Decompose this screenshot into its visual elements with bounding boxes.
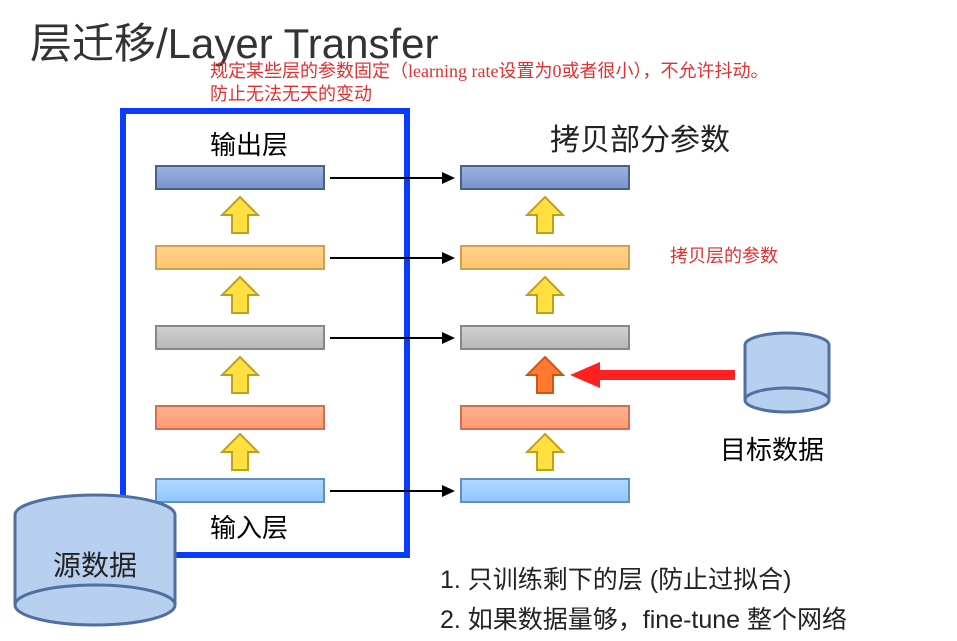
up-arrow-icon — [220, 432, 260, 472]
left-output-layer-bar — [155, 165, 325, 190]
source-data-cylinder-icon: 源数据 — [10, 490, 180, 630]
orange-up-arrow-icon — [525, 355, 565, 395]
left-layer4-bar — [155, 405, 325, 430]
left-layer2-bar — [155, 245, 325, 270]
right-layer2-bar — [460, 245, 630, 270]
note-copy-layer-params: 拷贝层的参数 — [670, 245, 778, 268]
note-fixed-params: 规定某些层的参数固定（learning rate设置为0或者很小），不允许抖动。… — [210, 60, 768, 107]
up-arrow-icon — [525, 195, 565, 235]
right-layer3-bar — [460, 325, 630, 350]
bullet-2: 2. 如果数据量够，fine-tune 整个网络 — [440, 600, 847, 636]
output-layer-label: 输出层 — [210, 125, 288, 162]
target-data-label: 目标数据 — [720, 430, 824, 467]
up-arrow-icon — [220, 275, 260, 315]
svg-text:源数据: 源数据 — [53, 550, 137, 581]
up-arrow-icon — [525, 432, 565, 472]
right-layer4-bar — [460, 405, 630, 430]
up-arrow-icon — [525, 275, 565, 315]
copy-partial-params-title: 拷贝部分参数 — [550, 115, 730, 159]
left-layer3-bar — [155, 325, 325, 350]
input-layer-label: 输入层 — [210, 508, 288, 545]
transfer-arrow-icon — [330, 328, 460, 348]
transfer-arrow-icon — [330, 481, 460, 501]
transfer-arrow-icon — [330, 248, 460, 268]
target-data-cylinder-icon — [740, 330, 835, 420]
up-arrow-icon — [220, 195, 260, 235]
left-input-layer-bar — [155, 478, 325, 503]
transfer-arrow-icon — [330, 168, 460, 188]
red-left-arrow-icon — [570, 360, 740, 390]
right-input-layer-bar — [460, 478, 630, 503]
bullet-1: 1. 只训练剩下的层 (防止过拟合) — [440, 560, 791, 596]
right-output-layer-bar — [460, 165, 630, 190]
up-arrow-icon — [220, 355, 260, 395]
